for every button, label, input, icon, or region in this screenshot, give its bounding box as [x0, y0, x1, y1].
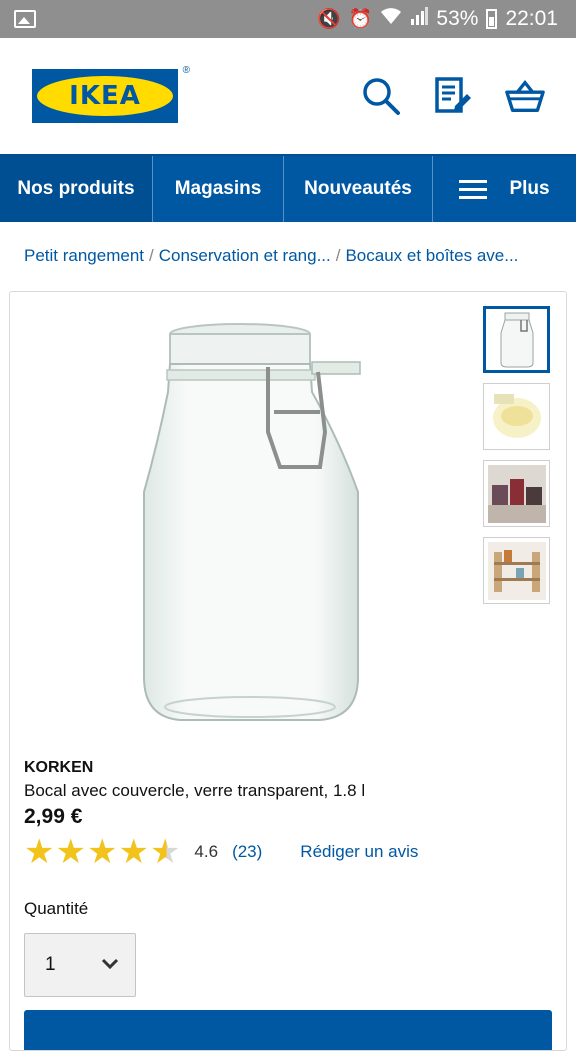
- star-icon: ★: [55, 833, 86, 871]
- breadcrumb-link[interactable]: Bocaux et boîtes ave...: [345, 246, 518, 265]
- nav-item-label: Nouveautés: [304, 178, 412, 199]
- product-info: KORKEN Bocal avec couvercle, verre trans…: [24, 759, 544, 997]
- wifi-icon: [380, 7, 402, 31]
- star-icon: ★: [86, 833, 118, 871]
- mute-icon: 🔇: [317, 9, 341, 30]
- logo-registered-mark: ®: [182, 65, 190, 76]
- clock: 22:01: [505, 7, 558, 30]
- nav-item-label: Nos produits: [17, 178, 135, 199]
- star-icon: ★: [118, 833, 149, 871]
- nav-item-more[interactable]: Plus: [433, 156, 576, 222]
- review-count-link[interactable]: (23): [232, 842, 262, 862]
- shopping-list-icon[interactable]: [432, 75, 474, 117]
- main-nav: Nos produits Magasins Nouveautés Plus: [0, 154, 576, 222]
- nav-item-new[interactable]: Nouveautés: [284, 156, 433, 222]
- thumbnail-kitchen-scene[interactable]: [483, 460, 550, 527]
- rating-stars: ★ ★ ★ ★ ★: [24, 835, 180, 869]
- thumbnail-shelf-scene[interactable]: [483, 537, 550, 604]
- product-name: KORKEN: [24, 759, 94, 776]
- site-header: IKEA ®: [0, 38, 576, 154]
- logo-oval: IKEA: [37, 76, 173, 116]
- thumbnail-jar[interactable]: [483, 306, 550, 373]
- header-icons: [360, 75, 546, 117]
- rating-value: 4.6: [194, 842, 219, 861]
- search-icon[interactable]: [360, 75, 402, 117]
- breadcrumb: Petit rangement / Conservation et rang... /…: [0, 222, 576, 294]
- basket-icon[interactable]: [504, 75, 546, 117]
- breadcrumb-separator: /: [149, 246, 154, 265]
- chevron-down-icon: [101, 954, 119, 976]
- nav-item-label: Magasins: [174, 178, 262, 199]
- status-bar: 🔇 ⏰ 53% 22:01: [0, 0, 576, 38]
- breadcrumb-separator: /: [335, 246, 341, 265]
- quantity-value: 1: [45, 954, 56, 975]
- write-review-link[interactable]: Rédiger un avis: [300, 842, 418, 862]
- product-main-image[interactable]: [140, 322, 370, 727]
- quantity-select[interactable]: 1: [24, 933, 136, 997]
- alarm-icon: ⏰: [348, 9, 373, 30]
- image-notification-icon: [14, 10, 36, 28]
- ikea-logo[interactable]: IKEA ®: [32, 65, 190, 123]
- product-thumbnails: [483, 306, 550, 604]
- quantity-label: Quantité: [24, 899, 89, 918]
- product-description: Bocal avec couvercle, verre transparent,…: [24, 781, 366, 800]
- logo-text: IKEA: [69, 81, 141, 111]
- menu-icon: [459, 175, 488, 204]
- signal-icon: [410, 7, 429, 31]
- breadcrumb-link[interactable]: Conservation et rang...: [159, 246, 331, 265]
- nav-item-stores[interactable]: Magasins: [153, 156, 284, 222]
- thumbnail-jar-contents[interactable]: [483, 383, 550, 450]
- nav-item-products[interactable]: Nos produits: [0, 156, 153, 222]
- add-to-cart-button[interactable]: [24, 1010, 552, 1050]
- battery-icon: [486, 9, 498, 29]
- star-icon: ★: [24, 833, 55, 871]
- nav-item-label: Plus: [509, 178, 550, 199]
- half-star-icon: ★: [149, 833, 181, 871]
- product-card: KORKEN Bocal avec couvercle, verre trans…: [9, 291, 567, 1051]
- product-price: 2,99 €: [24, 805, 83, 828]
- battery-percent: 53%: [436, 7, 479, 30]
- breadcrumb-link[interactable]: Petit rangement: [24, 246, 144, 265]
- rating-row: ★ ★ ★ ★ ★ 4.6 (23) Rédiger un avis: [24, 833, 544, 871]
